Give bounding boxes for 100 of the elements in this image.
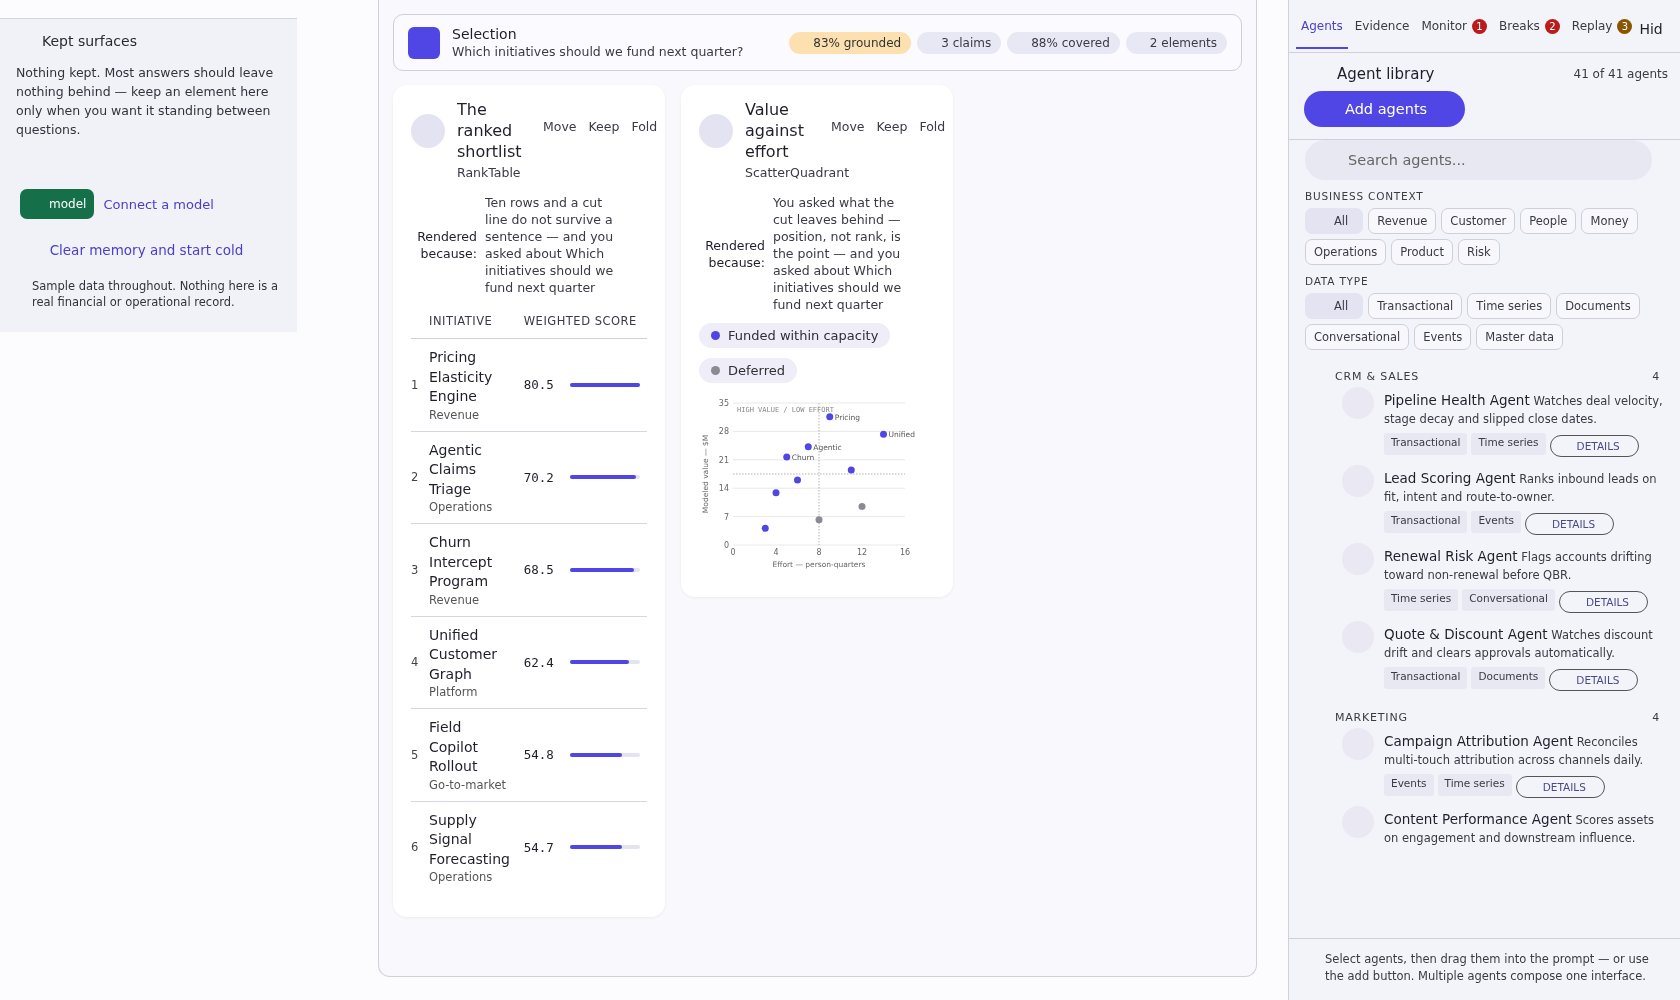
- rank-number: 1: [411, 377, 419, 392]
- rank-number: 6: [411, 840, 419, 855]
- filter-chip[interactable]: Conversational: [1305, 324, 1410, 350]
- stat-pill: 2 elements: [1125, 31, 1227, 54]
- category-label: Operations: [429, 500, 494, 514]
- initiative-name: Agentic Claims Triage: [429, 440, 484, 499]
- filter-chip[interactable]: Revenue: [1368, 208, 1437, 234]
- action-button[interactable]: Keep: [876, 119, 908, 134]
- data-point: [847, 466, 855, 474]
- score-value: 54.7: [523, 839, 554, 855]
- component-name: ScatterQuadrant: [745, 165, 851, 180]
- selection-title: Selection: [452, 26, 518, 42]
- component-name: RankTable: [457, 165, 522, 180]
- filter-chip[interactable]: Product: [1391, 239, 1453, 265]
- group-heading: MARKETING: [1335, 711, 1408, 724]
- add-agents-button[interactable]: Add agents: [1304, 91, 1466, 127]
- filter-chip[interactable]: Master data: [1476, 324, 1564, 350]
- action-button[interactable]: Move: [543, 119, 577, 134]
- data-point: [826, 413, 834, 421]
- tick-label: 0: [723, 541, 729, 550]
- column-header: INITIATIVE: [429, 310, 516, 339]
- hide-button[interactable]: Hid: [1639, 15, 1663, 37]
- stat-pill: 3 claims: [917, 31, 1002, 54]
- count-badge: 1: [1472, 18, 1487, 34]
- stat-pill: 83% grounded: [789, 31, 912, 54]
- tick-label: 28: [718, 427, 729, 437]
- tick-label: 14: [718, 484, 729, 494]
- panel-description: Nothing kept. Most answers should leave nothing behind — keep an element here only when you want it standing between questions.: [16, 64, 275, 139]
- tick-label: 12: [856, 548, 868, 557]
- tick-label: 35: [718, 399, 729, 408]
- action-button[interactable]: Fold: [631, 119, 658, 134]
- agent-description: Content Performance Agent Scores assets on engagement and downstream influence.: [1384, 810, 1655, 847]
- agent-description: Campaign Attribution Agent Reconciles multi-touch attribution across channels daily.: [1384, 732, 1645, 769]
- connect-link[interactable]: Connect a model: [103, 196, 214, 212]
- search-field[interactable]: Search agents...: [1305, 140, 1652, 180]
- filter-chip[interactable]: Time series: [1467, 293, 1552, 319]
- score-value: 80.5: [523, 377, 554, 393]
- filter-chip[interactable]: Operations: [1305, 239, 1387, 265]
- action-button[interactable]: Fold: [919, 119, 946, 134]
- initiative-name: Pricing Elasticity Engine: [429, 348, 494, 406]
- filter-chip[interactable]: Money: [1581, 208, 1638, 234]
- tick-label: 16: [899, 548, 911, 557]
- footer-hint: Select agents, then drag them into the prompt — or use the add button. Multiple agents compose one interface.: [1289, 938, 1680, 1000]
- initiative-name: Supply Signal Forecasting: [429, 810, 509, 869]
- filter-chip[interactable]: Risk: [1457, 239, 1500, 265]
- agent-description: Renewal Risk Agent Flags accounts drifting toward non-renewal before QBR.: [1384, 547, 1653, 584]
- data-type-tag: Time series: [1471, 433, 1546, 455]
- initiative-name: Unified Customer Graph: [429, 625, 498, 684]
- data-type-tag: Time series: [1437, 774, 1512, 796]
- reason-label: Rendered because:: [416, 228, 477, 262]
- action-button[interactable]: Move: [831, 119, 865, 134]
- filter-heading: DATA TYPE: [1305, 275, 1370, 287]
- filter-chip[interactable]: All: [1305, 293, 1364, 319]
- legend-label: Funded within capacity: [728, 328, 879, 343]
- model-chip[interactable]: model: [20, 189, 95, 219]
- tick-label: 7: [723, 512, 729, 522]
- filter-chip[interactable]: All: [1305, 208, 1364, 234]
- count-badge: 2: [1544, 18, 1560, 34]
- stat-pill: 88% covered: [1007, 31, 1120, 54]
- card-title: The ranked shortlist: [457, 99, 523, 162]
- tick-label: 4: [773, 548, 779, 557]
- data-point: [858, 502, 866, 510]
- data-point: [804, 443, 812, 451]
- data-type-tag: Documents: [1471, 667, 1546, 689]
- score-value: 70.2: [523, 469, 554, 485]
- data-point: [772, 489, 780, 497]
- clear-link[interactable]: Clear memory and start cold: [12, 242, 281, 258]
- rank-number: 4: [411, 655, 419, 670]
- data-type-tag: Events: [1471, 511, 1521, 533]
- rank-number: 3: [411, 562, 419, 577]
- column-header: WEIGHTED SCORE: [515, 310, 647, 339]
- filter-chip[interactable]: Documents: [1556, 293, 1640, 319]
- sidebar-tab[interactable]: Evidence: [1349, 3, 1415, 49]
- disclaimer-text: Sample data throughout. Nothing here is a real financial or operational record.: [32, 278, 279, 310]
- data-type-tag: Transactional: [1384, 667, 1468, 689]
- data-type-tag: Transactional: [1384, 433, 1468, 455]
- data-point: [880, 430, 887, 438]
- group-heading: CRM & SALES: [1335, 370, 1419, 383]
- sidebar-tab[interactable]: Monitor 1: [1416, 2, 1492, 50]
- avatar-circle: [411, 113, 445, 148]
- data-type-tag: Transactional: [1384, 511, 1468, 533]
- group-count: 4: [1652, 711, 1660, 724]
- score-value: 62.4: [523, 654, 554, 670]
- rank-number: 2: [411, 470, 419, 485]
- legend-label: Deferred: [728, 363, 785, 378]
- sidebar-tab[interactable]: Breaks 2: [1494, 2, 1565, 50]
- filter-chip[interactable]: Transactional: [1368, 293, 1463, 319]
- sidebar-tab[interactable]: Replay 3: [1566, 2, 1638, 50]
- filter-chip[interactable]: Customer: [1441, 208, 1516, 234]
- tick-label: 8: [816, 548, 822, 557]
- data-point: [794, 476, 801, 484]
- tick-label: 0: [730, 548, 736, 557]
- filter-chip[interactable]: Events: [1414, 324, 1472, 350]
- filter-chip[interactable]: People: [1520, 208, 1577, 234]
- reason-text: Ten rows and a cut line do not survive a sentence — and you asked about Which initiatives should we fund next quarter: [485, 194, 615, 296]
- action-button[interactable]: Keep: [588, 119, 620, 134]
- panel-title: Kept surfaces: [42, 33, 138, 49]
- agent-description: Pipeline Health Agent Watches deal velocity, stage decay and slipped close dates.: [1384, 391, 1664, 428]
- reason-text: You asked what the cut leaves behind — position, not rank, is the point — and you asked about Which initiatives should we fund next quarter: [773, 194, 903, 313]
- sidebar-tab[interactable]: Agents: [1296, 3, 1348, 49]
